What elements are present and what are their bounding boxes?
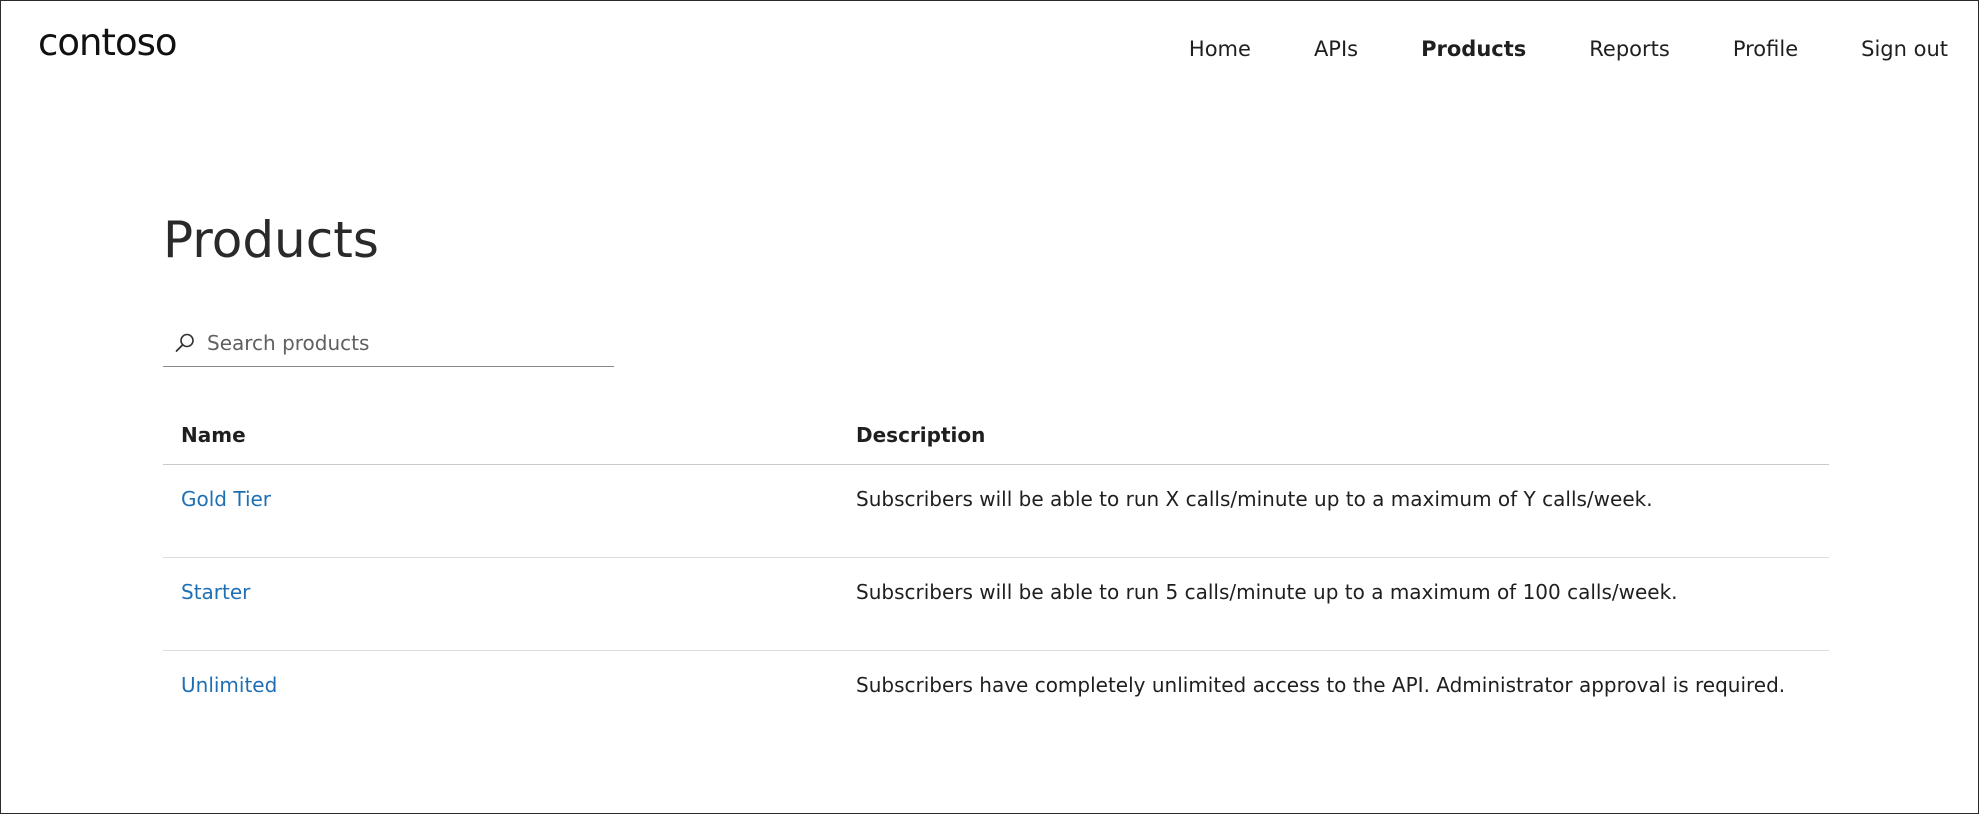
nav-item-home[interactable]: Home	[1189, 37, 1251, 61]
search-icon	[163, 319, 207, 367]
product-link-gold-tier[interactable]: Gold Tier	[181, 487, 271, 511]
page-frame: contoso Home APIs Products Reports Profi…	[0, 0, 1979, 814]
product-name-cell: Gold Tier	[163, 487, 856, 511]
product-description: Subscribers have completely unlimited ac…	[856, 673, 1786, 697]
table-row: Starter Subscribers will be able to run …	[163, 558, 1829, 651]
product-link-starter[interactable]: Starter	[181, 580, 250, 604]
table-row: Unlimited Subscribers have completely un…	[163, 651, 1829, 744]
product-link-unlimited[interactable]: Unlimited	[181, 673, 277, 697]
search-input[interactable]	[207, 322, 607, 363]
nav-item-reports[interactable]: Reports	[1589, 37, 1670, 61]
page-title: Products	[163, 211, 379, 269]
nav-item-sign-out[interactable]: Sign out	[1861, 37, 1948, 61]
main-nav: Home APIs Products Reports Profile Sign …	[1126, 37, 1948, 61]
product-description: Subscribers will be able to run X calls/…	[856, 487, 1653, 511]
products-table: Name Description Gold Tier Subscribers w…	[163, 405, 1829, 744]
column-header-name[interactable]: Name	[163, 423, 856, 447]
product-description: Subscribers will be able to run 5 calls/…	[856, 580, 1678, 604]
site-header: contoso Home APIs Products Reports Profi…	[1, 1, 1978, 101]
nav-item-apis[interactable]: APIs	[1314, 37, 1358, 61]
column-header-description[interactable]: Description	[856, 423, 1829, 447]
table-row: Gold Tier Subscribers will be able to ru…	[163, 465, 1829, 558]
contoso-logo[interactable]: contoso	[38, 21, 177, 64]
nav-item-profile[interactable]: Profile	[1733, 37, 1798, 61]
product-name-cell: Starter	[163, 580, 856, 604]
nav-item-products[interactable]: Products	[1421, 37, 1526, 61]
product-name-cell: Unlimited	[163, 673, 856, 697]
table-header: Name Description	[163, 405, 1829, 465]
search-box	[163, 319, 614, 367]
